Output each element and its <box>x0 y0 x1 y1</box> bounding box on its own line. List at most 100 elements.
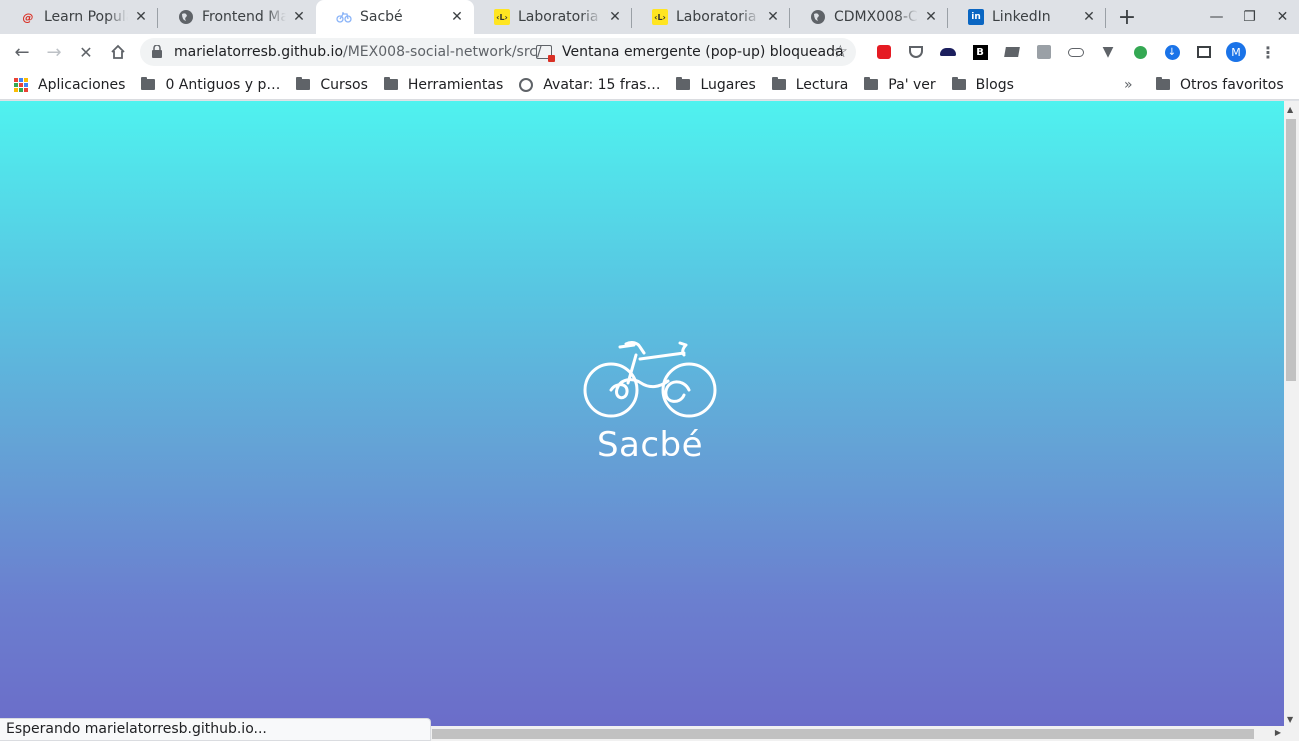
laboratoria-icon: ‹L› <box>494 9 510 25</box>
codecademy-icon: @ <box>22 10 34 24</box>
home-icon <box>111 44 125 59</box>
laboratoria-icon: ‹L› <box>652 9 668 25</box>
bookmark-folder-cursos[interactable]: Cursos <box>296 77 368 93</box>
minimize-icon[interactable]: — <box>1200 0 1233 34</box>
scroll-right-icon[interactable]: ▶ <box>1275 728 1281 737</box>
tab-laboratoria-2[interactable]: ‹L› Laboratoria L ✕ <box>632 0 790 34</box>
bookmark-folder-lugares[interactable]: Lugares <box>676 77 756 93</box>
folder-icon <box>296 77 311 90</box>
tab-title: Laboratoria L <box>676 9 760 25</box>
bookmark-label: Avatar: 15 fras… <box>543 76 661 93</box>
new-tab-button[interactable]: + <box>1110 0 1144 34</box>
tab-strip: @ Learn Popular ✕ Frontend Mas ✕ Sacbé ✕… <box>0 0 1299 34</box>
bookmark-folder-herramientas[interactable]: Herramientas <box>383 76 504 93</box>
window-controls: — ❐ ✕ <box>1200 0 1299 34</box>
weather-cloud-icon[interactable] <box>1060 36 1092 68</box>
apps-grid-icon <box>14 77 28 92</box>
close-icon[interactable]: ✕ <box>922 8 940 26</box>
arrow-left-icon: ← <box>14 41 30 63</box>
vue-devtools-icon[interactable]: ▼ <box>1092 36 1124 68</box>
back-button[interactable]: ← <box>6 36 38 68</box>
scroll-up-icon[interactable]: ▲ <box>1287 105 1293 114</box>
adblock-extension-icon[interactable] <box>868 36 900 68</box>
menu-button[interactable]: ⋮ <box>1252 36 1284 68</box>
url-path: /MEX008-social-network/src/ <box>343 44 542 60</box>
bookmark-label: 0 Antiguos y p… <box>165 76 281 93</box>
tab-separator <box>1105 8 1106 28</box>
address-bar[interactable]: marielatorresb.github.io/MEX008-social-n… <box>140 38 856 66</box>
restore-icon[interactable]: ❐ <box>1233 0 1266 34</box>
folder-icon <box>383 77 398 90</box>
folder-icon <box>676 77 691 90</box>
bookmark-star-icon[interactable]: ☆ <box>833 42 848 62</box>
popup-blocked-label: Ventana emergente (pop-up) bloqueada <box>562 44 844 60</box>
bookmark-label: Herramientas <box>407 76 504 93</box>
close-icon[interactable]: ✕ <box>606 8 624 26</box>
bookmark-label: Lectura <box>795 76 849 93</box>
avatar-site-icon <box>519 77 534 92</box>
status-bubble: Esperando marielatorresb.github.io... <box>0 718 431 741</box>
sacbe-logo: Sacbé <box>578 339 722 465</box>
browser-toolbar: ← → ✕ marielatorresb.github.io/MEX008-so… <box>0 34 1299 70</box>
folder-icon <box>864 77 879 90</box>
close-icon[interactable]: ✕ <box>448 8 466 26</box>
url-host: marielatorresb.github.io <box>174 44 344 60</box>
tab-sacbe[interactable]: Sacbé ✕ <box>316 0 474 34</box>
bookmark-label: Pa' ver <box>888 76 936 93</box>
scroll-down-icon[interactable]: ▼ <box>1287 715 1293 724</box>
vertical-scroll-thumb[interactable] <box>1286 119 1296 381</box>
folder-icon <box>771 77 786 90</box>
bookmark-label: Otros favoritos <box>1180 76 1284 93</box>
tab-cdmx008[interactable]: CDMX008-CC- ✕ <box>790 0 948 34</box>
screenshot-extension-icon[interactable] <box>1188 36 1220 68</box>
page-content: Sacbé <box>0 101 1284 726</box>
forward-button[interactable]: → <box>38 36 70 68</box>
tab-learn-popular[interactable]: @ Learn Popular ✕ <box>0 0 158 34</box>
bookmarks-bar: Aplicaciones 0 Antiguos y p… Cursos Herr… <box>0 70 1299 100</box>
tab-laboratoria-1[interactable]: ‹L› Laboratoria L ✕ <box>474 0 632 34</box>
close-window-icon[interactable]: ✕ <box>1266 0 1299 34</box>
avatar: M <box>1226 42 1246 62</box>
bookmark-avatar[interactable]: Avatar: 15 fras… <box>519 77 660 93</box>
tab-title: Frontend Mas <box>202 9 286 25</box>
bookmark-other-favorites[interactable]: Otros favoritos <box>1156 77 1284 93</box>
globe-icon <box>178 9 194 25</box>
bookmark-folder-pa-ver[interactable]: Pa' ver <box>864 76 936 93</box>
close-icon[interactable]: ✕ <box>1080 8 1098 26</box>
tab-frontend-masters[interactable]: Frontend Mas ✕ <box>158 0 316 34</box>
bookmark-folder-antiguos[interactable]: 0 Antiguos y p… <box>141 77 280 93</box>
stop-icon: ✕ <box>79 42 93 62</box>
popup-blocked-indicator[interactable]: Ventana emergente (pop-up) bloqueada <box>536 44 844 62</box>
bookmark-apps[interactable]: Aplicaciones <box>14 77 125 93</box>
tab-title: CDMX008-CC- <box>834 9 918 25</box>
download-extension-icon[interactable]: ↓ <box>1156 36 1188 68</box>
bookmark-label: Cursos <box>320 76 368 93</box>
folder-icon <box>1156 77 1170 90</box>
logo-text: Sacbé <box>596 425 704 465</box>
bookmark-label: Blogs <box>975 76 1014 93</box>
pocket-extension-icon[interactable] <box>900 36 932 68</box>
profile-button[interactable]: M <box>1220 36 1252 68</box>
more-bookmarks-button[interactable]: » <box>1124 77 1133 93</box>
cloud-extension-icon[interactable] <box>932 36 964 68</box>
linkedin-icon: in <box>968 9 984 25</box>
bplus-extension-icon[interactable]: B <box>964 36 996 68</box>
close-icon[interactable]: ✕ <box>290 8 308 26</box>
close-icon[interactable]: ✕ <box>132 8 150 26</box>
folder-icon <box>951 77 966 90</box>
tab-title: LinkedIn <box>992 9 1051 25</box>
arrow-right-icon: → <box>46 41 62 63</box>
bookmark-folder-lectura[interactable]: Lectura <box>771 76 849 93</box>
horizontal-scroll-thumb[interactable] <box>432 729 1254 739</box>
bug-extension-icon[interactable] <box>1124 36 1156 68</box>
home-button[interactable] <box>102 36 134 68</box>
close-icon[interactable]: ✕ <box>764 8 782 26</box>
stop-loading-button[interactable]: ✕ <box>70 36 102 68</box>
popup-blocked-icon <box>536 45 555 62</box>
extensions-area: B ▼ ↓ M ⋮ <box>868 34 1284 70</box>
vertical-scrollbar[interactable]: ▲ ▼ <box>1284 101 1299 726</box>
puzzle-extension-icon[interactable] <box>1028 36 1060 68</box>
tag-extension-icon[interactable] <box>996 36 1028 68</box>
bookmark-folder-blogs[interactable]: Blogs <box>951 76 1014 93</box>
tab-linkedin[interactable]: in LinkedIn ✕ <box>948 0 1106 34</box>
